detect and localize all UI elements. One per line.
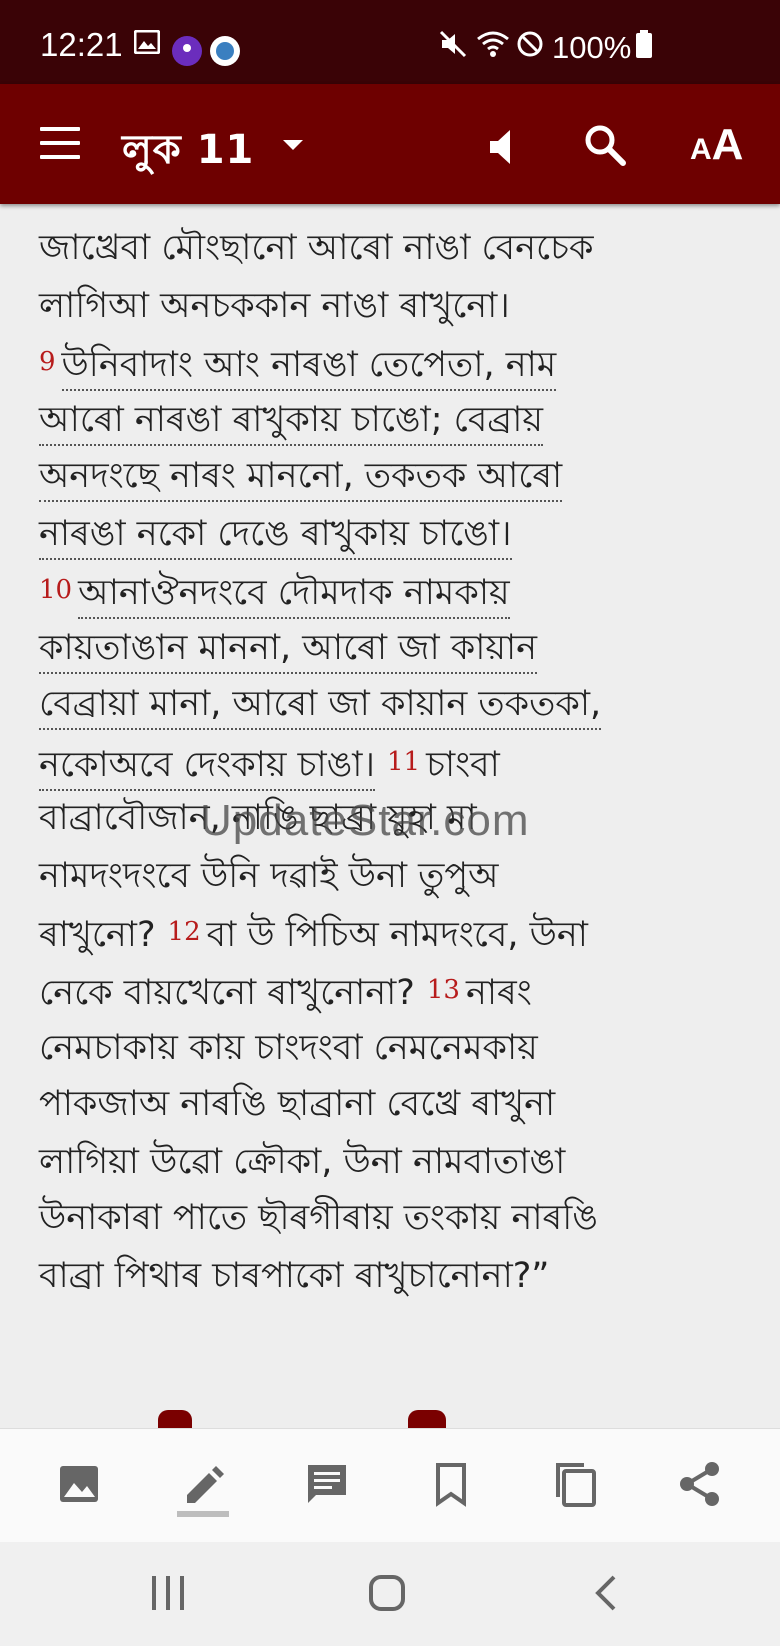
app-bar: লুক 11 AA [0,84,780,204]
text-line: নামদংদংবে উনি দৱাই উনা তুপুঅ [39,856,499,896]
section-heading-partial [408,1410,446,1428]
section-heading-partial [158,1410,192,1428]
back-icon[interactable] [594,1574,618,1616]
dropdown-caret-icon[interactable] [283,140,303,150]
verse-number: 9 [39,347,56,377]
menu-icon[interactable] [40,127,80,159]
bookmark-icon[interactable] [426,1459,476,1509]
text-line[interactable]: কায়তাঙান মাননা, আৰো জা কায়ান [39,626,538,674]
verse-number: 13 [426,975,460,1005]
font-size-icon[interactable]: AA [690,120,743,170]
text-line[interactable]: বেব্রায়া মানা, আৰো জা কায়ান তকতকা, [39,682,602,730]
battery-icon [636,30,652,63]
book-chapter-selector[interactable]: লুক 11 [122,118,254,185]
battery-percent: 100% [552,30,632,65]
home-icon[interactable] [368,1574,406,1616]
gallery-icon [133,29,161,59]
search-icon[interactable] [584,124,626,170]
wifi-icon [476,30,510,63]
text-line: ৰাখুনো? 12 বা উ পিচিঅ নামদংবে, উনা [39,915,588,955]
speaker-icon[interactable] [488,128,516,170]
active-tool-indicator [177,1511,229,1517]
text-line: পাকজাঅ নাৰঙি ছাব্রানা বেখ্রে ৰাখুনা [39,1084,556,1124]
image-icon[interactable] [54,1459,104,1509]
font-size-big-label: A [711,120,744,169]
text-line: নেকে বায়খেনো ৰাখুনোনা? 13 নাৰং [39,973,532,1013]
highlight-pen-icon[interactable] [179,1459,229,1509]
font-size-small-label: A [690,133,712,166]
text-line[interactable]: নকোঅবে দেংকায় চাঙা। 11 চাংবা [39,740,500,791]
text-line[interactable]: অনদংছে নাৰং মাননো, তকতক আৰো [39,454,563,502]
dnd-icon [516,30,544,63]
text-line: বাব্রা পিথাৰ চাৰপাকো ৰাখুচানোনা?” [39,1256,550,1296]
text-line[interactable]: 9 উনিবাদাং আং নাৰঙা তেপেতা, নাম [39,340,557,391]
note-icon[interactable] [302,1459,352,1509]
verse-number: 10 [39,575,73,605]
verse-number: 12 [167,917,201,947]
status-time: 12:21 [40,26,123,63]
bottom-toolbar [0,1428,780,1543]
verse-number: 11 [386,747,421,777]
app-icon-2 [210,36,240,71]
mute-icon [438,30,468,63]
text-line[interactable]: 10 আনাঔনদংবে দৌমদাক নামকায় [39,568,510,619]
text-line: উনাকাৰা পাতে ছৗৰগীৰায় তংকায় নাৰঙি [39,1198,598,1238]
app-icon [172,36,202,71]
text-line: লাগিয়া উৱো ক্রৌকা, উনা নামবাতাঙা [39,1142,566,1182]
text-line: লাগিআ অনচককান নাঙা ৰাখুনো। [39,286,510,326]
recent-apps-icon[interactable] [150,1574,186,1616]
text-line[interactable]: আৰো নাৰঙা ৰাখুকায় চাঙো; বেব্রায় [39,398,543,446]
copy-icon[interactable] [550,1459,600,1509]
text-line[interactable]: নাৰঙা নকো দেঙে ৰাখুকায় চাঙো। [39,512,512,560]
watermark: UpdateStar.com [200,796,530,845]
status-bar: 12:21 100% [0,0,780,84]
text-line: জাখ্রেবা মৌংছানো আৰো নাঙা বেনচেক [39,228,594,268]
text-line: নেমচাকায় কায় চাংদংবা নেমনেমকায় [39,1028,538,1068]
share-icon[interactable] [675,1459,725,1509]
system-nav-bar [0,1542,780,1646]
